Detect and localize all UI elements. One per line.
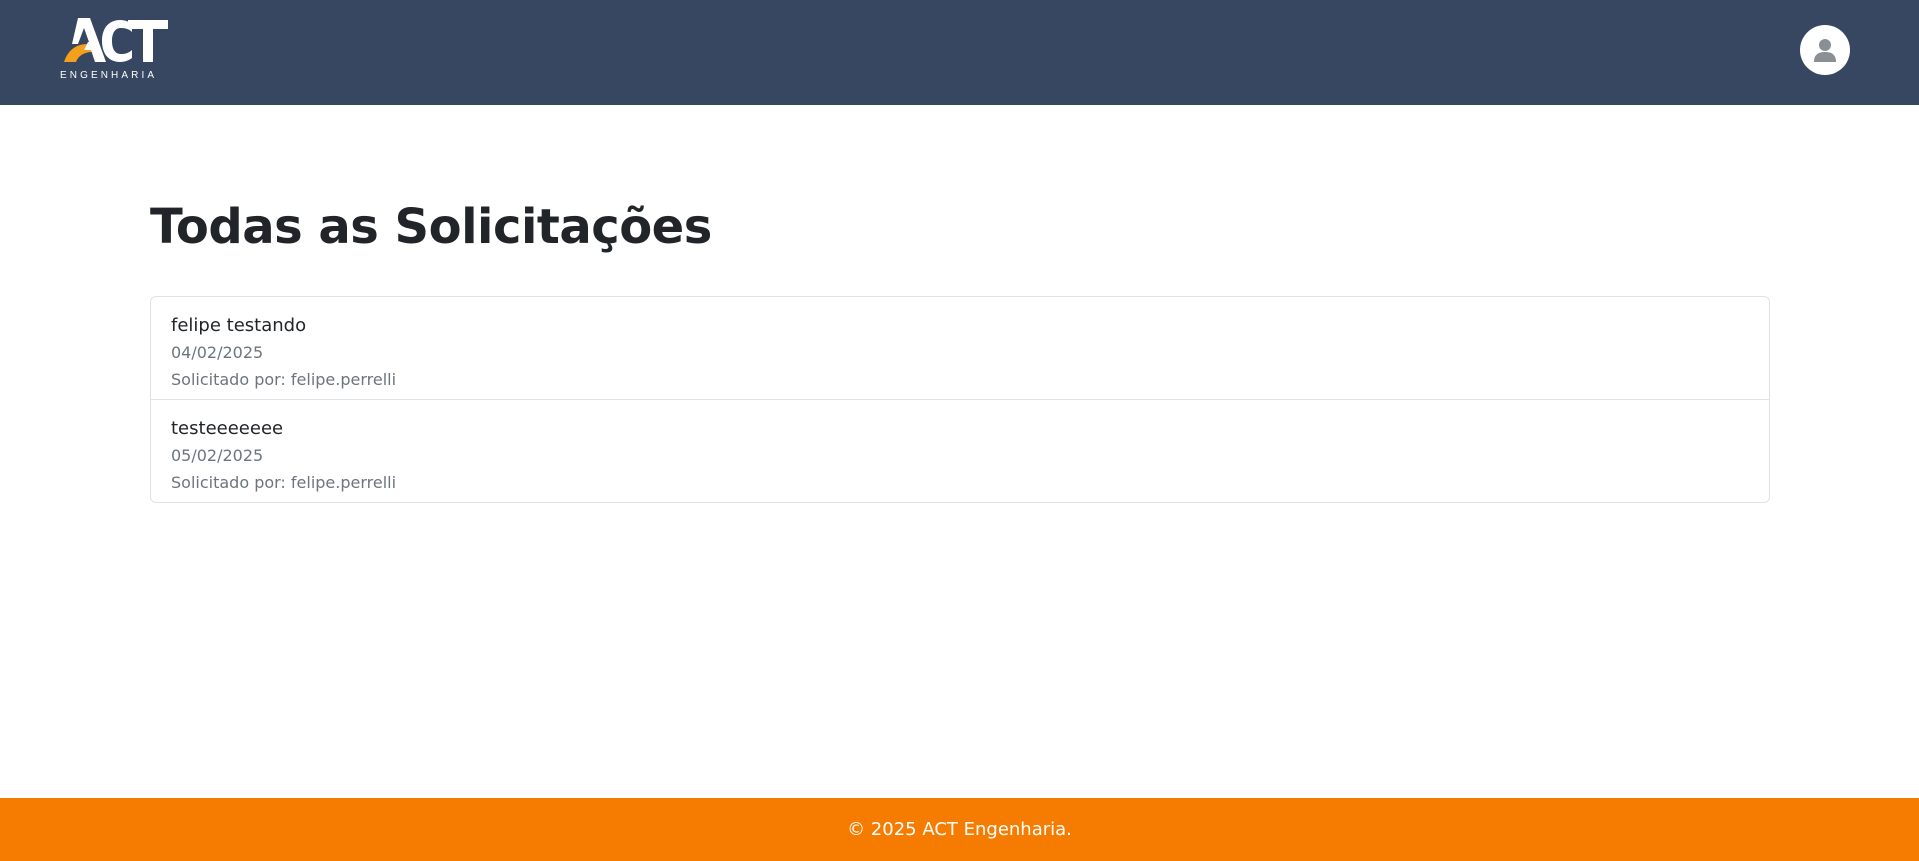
request-date: 04/02/2025 [171,343,264,362]
page-title: Todas as Solicitações [150,199,712,255]
request-requester: Solicitado por: felipe.perrelli [171,370,397,389]
logo-subtitle: ENGENHARIA [60,70,158,81]
footer-copyright: © 2025 ACT Engenharia. [847,819,1072,840]
act-logo-icon [64,18,168,62]
request-item[interactable]: felipe testando 04/02/2025 Solicitado po… [151,297,1769,400]
request-date: 05/02/2025 [171,446,264,465]
user-icon [1814,39,1836,62]
requests-list: felipe testando 04/02/2025 Solicitado po… [150,296,1770,503]
request-requester: Solicitado por: felipe.perrelli [171,473,397,492]
request-item[interactable]: testeeeeeee 05/02/2025 Solicitado por: f… [151,400,1769,502]
company-logo[interactable]: ENGENHARIA [58,14,170,84]
request-title: felipe testando [171,315,307,336]
top-navbar: ENGENHARIA [0,0,1919,105]
user-avatar-button[interactable] [1800,25,1850,75]
page-footer: © 2025 ACT Engenharia. [0,798,1919,861]
request-title: testeeeeeee [171,418,284,439]
